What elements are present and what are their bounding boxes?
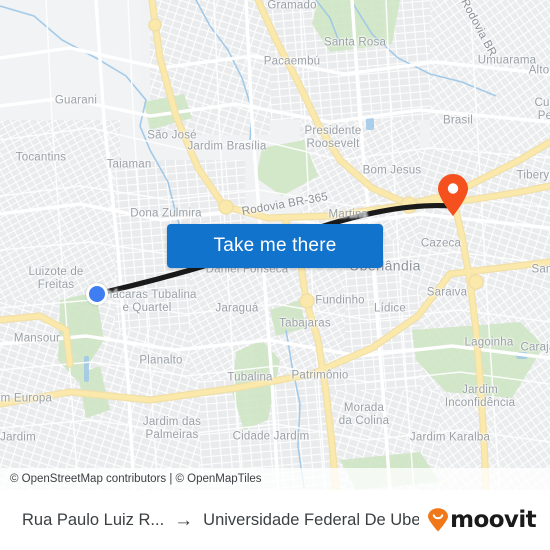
- moovit-wordmark: moovit: [450, 506, 536, 533]
- take-me-there-button[interactable]: Take me there: [167, 224, 383, 268]
- destination-marker[interactable]: [436, 173, 470, 217]
- moovit-pin-icon: [428, 508, 449, 532]
- route-summary: Rua Paulo Luiz R... → Universidade Feder…: [22, 511, 419, 530]
- origin-marker[interactable]: [86, 283, 108, 305]
- map-screen: Gramado Santa Rosa Pacaembú Umuarama Alto Gua…: [0, 0, 550, 550]
- footer-origin-name: Rua Paulo Luiz R...: [22, 510, 165, 529]
- map-canvas[interactable]: Gramado Santa Rosa Pacaembú Umuarama Alto Gua…: [0, 0, 550, 490]
- map-attribution[interactable]: © OpenStreetMap contributors | © OpenMap…: [0, 468, 550, 490]
- footer-destination-name: Universidade Federal De Uberl...: [203, 510, 420, 529]
- attribution-text: © OpenStreetMap contributors | © OpenMap…: [10, 473, 262, 485]
- route-footer: Rua Paulo Luiz R... → Universidade Feder…: [0, 490, 550, 550]
- arrow-right-icon: →: [174, 509, 194, 531]
- moovit-logo[interactable]: moovit: [427, 506, 537, 533]
- map-pin-icon: [438, 174, 468, 216]
